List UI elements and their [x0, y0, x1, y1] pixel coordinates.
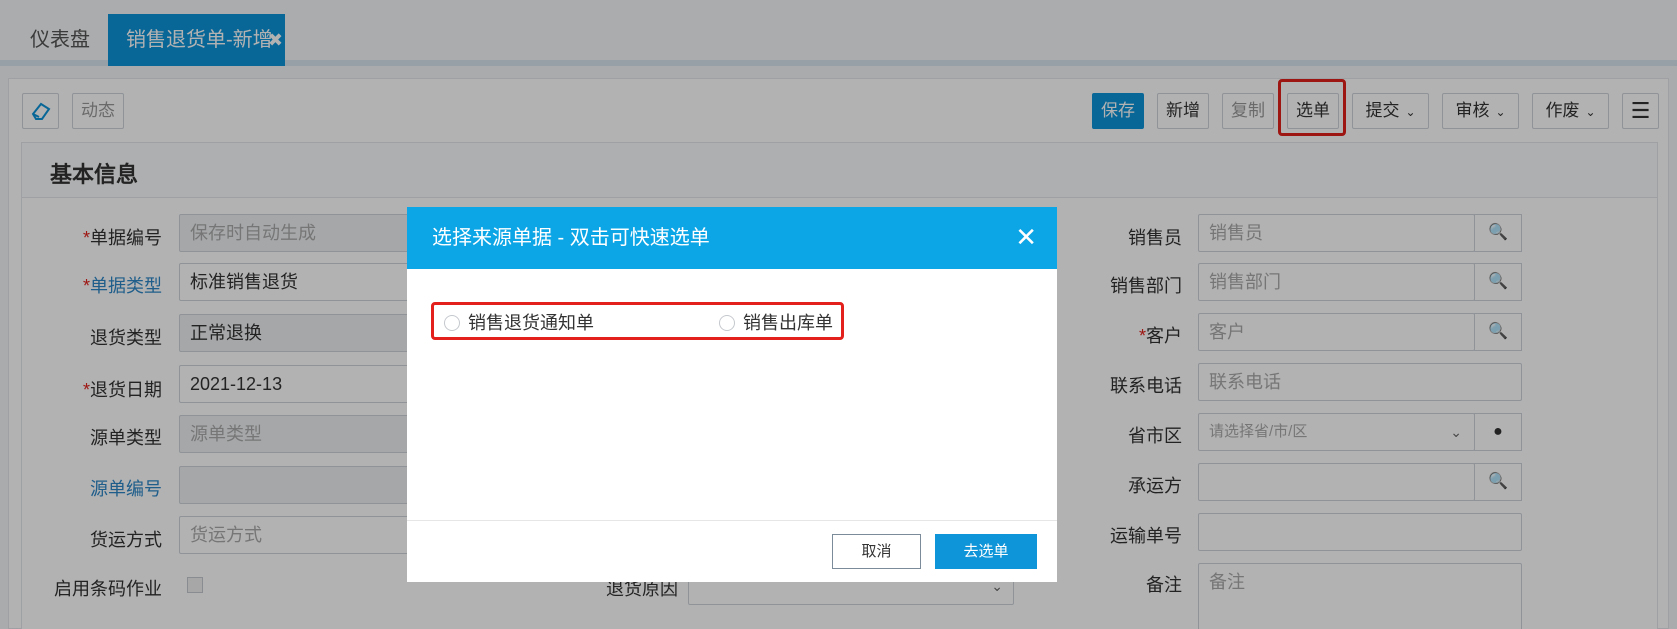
modal-header: 选择来源单据 - 双击可快速选单 ✕	[407, 207, 1057, 269]
select-source-modal: 选择来源单据 - 双击可快速选单 ✕ 销售退货通知单 销售出库单 取消 去选单	[407, 207, 1057, 582]
radio-label: 销售出库单	[743, 313, 833, 333]
source-radio-group: 销售退货通知单 销售出库单	[431, 302, 844, 340]
radio-label: 销售退货通知单	[468, 313, 594, 333]
radio-sales-outbound[interactable]: 销售出库单	[719, 309, 833, 335]
cancel-button[interactable]: 取消	[832, 534, 921, 569]
radio-circle-icon	[719, 315, 735, 331]
modal-footer: 取消 去选单	[407, 520, 1057, 582]
modal-title: 选择来源单据 - 双击可快速选单	[432, 227, 710, 249]
radio-circle-icon	[444, 315, 460, 331]
radio-sales-return-notice[interactable]: 销售退货通知单	[444, 309, 594, 335]
close-icon[interactable]: ✕	[1015, 222, 1037, 252]
go-select-button[interactable]: 去选单	[935, 534, 1037, 569]
